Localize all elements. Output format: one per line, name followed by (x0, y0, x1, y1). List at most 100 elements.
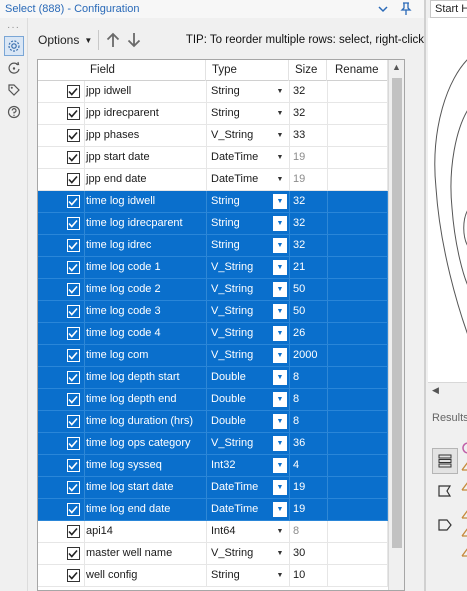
rename-cell[interactable] (327, 389, 388, 410)
row-header[interactable] (38, 147, 62, 168)
dropdown-arrow-icon[interactable]: ▼ (273, 128, 287, 143)
field-name-cell[interactable]: time log sysseq (84, 455, 206, 476)
table-row[interactable]: time log end date DateTime ▼ 19 (38, 499, 388, 521)
row-header[interactable] (38, 411, 62, 432)
table-row[interactable]: api14 Int64 ▼ 8 (38, 521, 388, 543)
checkbox[interactable] (66, 305, 80, 318)
dropdown-arrow-icon[interactable]: ▼ (273, 458, 287, 473)
dropdown-arrow-icon[interactable]: ▼ (273, 238, 287, 253)
tag-shape-icon[interactable] (432, 512, 458, 538)
rename-cell[interactable] (327, 169, 388, 190)
size-cell[interactable]: 32 (289, 103, 327, 124)
size-cell[interactable]: 36 (289, 433, 327, 454)
field-name-cell[interactable]: time log code 4 (84, 323, 206, 344)
column-header-size[interactable]: Size (289, 60, 327, 81)
field-name-cell[interactable]: well config (84, 565, 206, 586)
checkbox[interactable] (66, 459, 80, 472)
table-row[interactable]: time log duration (hrs) Double ▼ 8 (38, 411, 388, 433)
type-select[interactable]: String ▼ (206, 565, 289, 586)
table-row[interactable]: time log sysseq Int32 ▼ 4 (38, 455, 388, 477)
rename-cell[interactable] (327, 345, 388, 366)
dropdown-arrow-icon[interactable]: ▼ (273, 260, 287, 275)
rename-cell[interactable] (327, 301, 388, 322)
row-header[interactable] (38, 103, 62, 124)
checkbox[interactable] (66, 107, 80, 120)
type-select[interactable]: Double ▼ (206, 389, 289, 410)
table-row[interactable]: well config String ▼ 10 (38, 565, 388, 587)
help-icon[interactable] (4, 102, 24, 122)
size-cell[interactable]: 8 (289, 411, 327, 432)
field-name-cell[interactable]: time log idrec (84, 235, 206, 256)
size-cell[interactable]: 8 (289, 367, 327, 388)
workflow-canvas[interactable] (428, 18, 467, 382)
move-up-arrow-icon[interactable] (103, 28, 123, 52)
row-header[interactable] (38, 389, 62, 410)
table-row[interactable]: jpp start date DateTime ▼ 19 (38, 147, 388, 169)
table-row[interactable]: master well name V_String ▼ 30 (38, 543, 388, 565)
row-header[interactable] (38, 125, 62, 146)
checkbox[interactable] (66, 151, 80, 164)
table-row[interactable]: time log idrec String ▼ 32 (38, 235, 388, 257)
checkbox[interactable] (66, 173, 80, 186)
table-row[interactable]: time log idwell String ▼ 32 (38, 191, 388, 213)
size-cell[interactable]: 32 (289, 191, 327, 212)
checkbox[interactable] (66, 569, 80, 582)
field-name-cell[interactable]: jpp phases (84, 125, 206, 146)
size-cell[interactable]: 4 (289, 455, 327, 476)
type-select[interactable]: V_String ▼ (206, 301, 289, 322)
table-row[interactable]: time log code 2 V_String ▼ 50 (38, 279, 388, 301)
dropdown-arrow-icon[interactable]: ▼ (273, 106, 287, 121)
field-name-cell[interactable]: time log start date (84, 477, 206, 498)
dropdown-arrow-icon[interactable]: ▼ (273, 150, 287, 165)
row-header[interactable] (38, 367, 62, 388)
rename-cell[interactable] (327, 565, 388, 586)
checkbox[interactable] (66, 327, 80, 340)
chevron-down-icon[interactable] (375, 0, 391, 18)
drag-handle-icon[interactable]: ··· (7, 22, 20, 33)
rename-cell[interactable] (327, 477, 388, 498)
type-select[interactable]: String ▼ (206, 213, 289, 234)
type-select[interactable]: Double ▼ (206, 411, 289, 432)
dropdown-arrow-icon[interactable]: ▼ (273, 414, 287, 429)
pin-icon[interactable] (398, 0, 414, 18)
size-cell[interactable]: 19 (289, 169, 327, 190)
type-select[interactable]: V_String ▼ (206, 433, 289, 454)
checkbox[interactable] (66, 261, 80, 274)
type-select[interactable]: DateTime ▼ (206, 499, 289, 520)
field-name-cell[interactable]: time log com (84, 345, 206, 366)
dropdown-arrow-icon[interactable]: ▼ (273, 84, 287, 99)
row-header[interactable] (38, 565, 62, 586)
rename-cell[interactable] (327, 257, 388, 278)
checkbox[interactable] (66, 415, 80, 428)
rename-cell[interactable] (327, 279, 388, 300)
column-header-field[interactable]: Field (62, 60, 206, 81)
table-row[interactable]: time log ops category V_String ▼ 36 (38, 433, 388, 455)
rotate-icon[interactable] (4, 58, 24, 78)
row-header[interactable] (38, 499, 62, 520)
checkbox[interactable] (66, 393, 80, 406)
row-header[interactable] (38, 213, 62, 234)
list-icon[interactable] (432, 448, 458, 474)
field-name-cell[interactable]: time log duration (hrs) (84, 411, 206, 432)
row-header[interactable] (38, 543, 62, 564)
size-cell[interactable]: 8 (289, 521, 327, 542)
size-cell[interactable]: 50 (289, 279, 327, 300)
size-cell[interactable]: 33 (289, 125, 327, 146)
field-name-cell[interactable]: time log code 2 (84, 279, 206, 300)
start-here-tab[interactable]: Start H (430, 0, 467, 18)
table-row[interactable]: time log code 3 V_String ▼ 50 (38, 301, 388, 323)
dropdown-arrow-icon[interactable]: ▼ (273, 216, 287, 231)
checkbox[interactable] (66, 371, 80, 384)
row-header[interactable] (38, 433, 62, 454)
size-cell[interactable]: 21 (289, 257, 327, 278)
rename-cell[interactable] (327, 543, 388, 564)
row-header[interactable] (38, 279, 62, 300)
checkbox[interactable] (66, 503, 80, 516)
checkbox[interactable] (66, 239, 80, 252)
field-name-cell[interactable]: time log idrecparent (84, 213, 206, 234)
size-cell[interactable]: 30 (289, 543, 327, 564)
rename-cell[interactable] (327, 499, 388, 520)
type-select[interactable]: V_String ▼ (206, 279, 289, 300)
row-header[interactable] (38, 521, 62, 542)
dropdown-arrow-icon[interactable]: ▼ (273, 568, 287, 583)
